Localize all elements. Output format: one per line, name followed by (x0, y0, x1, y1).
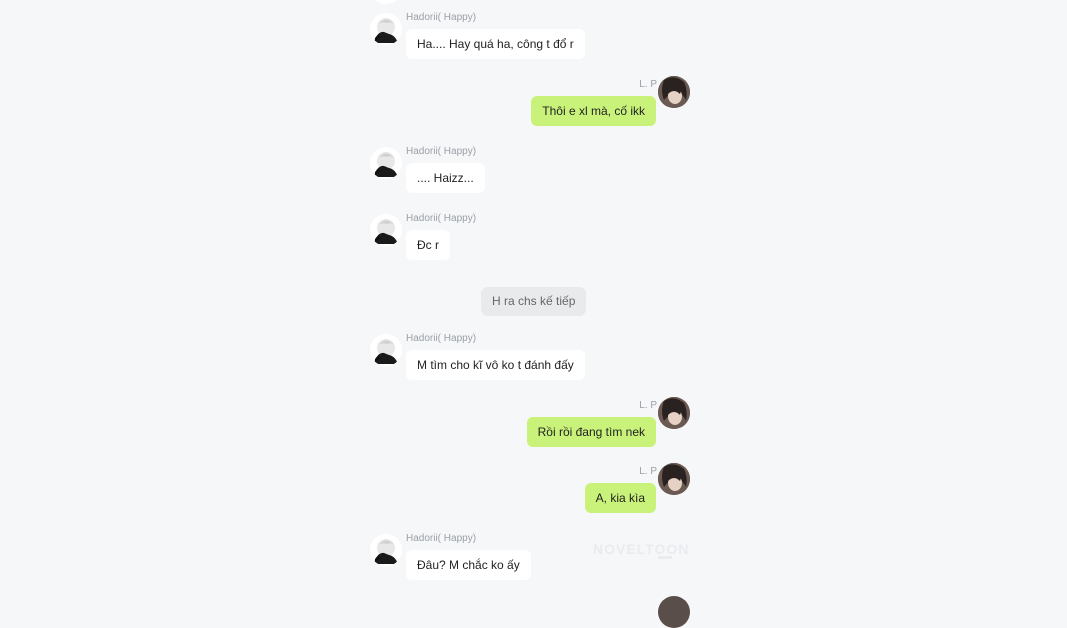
lp-avatar[interactable] (658, 397, 690, 429)
message-row: Hadorii( Happy) Ha.... Hay quá ha, công … (366, 12, 696, 73)
message-row: Hadorii( Happy) Đâu? M chắc ko ấy (366, 533, 696, 594)
hadorii-avatar[interactable] (370, 334, 402, 366)
hadorii-avatar[interactable] (370, 147, 402, 179)
message-row: Hadorii( Happy) Đc r (366, 213, 696, 274)
sender-name: Hadorii( Happy) (406, 213, 477, 224)
chat-panel[interactable]: Hadorii( Happy) Ha.... Hay quá ha, công … (366, 0, 696, 628)
lp-avatar[interactable] (658, 76, 690, 108)
sender-name: Hadorii( Happy) (406, 12, 477, 23)
sender-name: Hadorii( Happy) (406, 533, 477, 544)
sender-name: Hadorii( Happy) (406, 333, 477, 344)
message-bubble[interactable]: Thôi e xl mà, cố ikk (531, 96, 656, 126)
sender-name: L. P (639, 79, 657, 90)
message-row: L. P Thôi e xl mà, cố ikk (366, 76, 696, 140)
sender-name: Hadorii( Happy) (406, 146, 477, 157)
message-bubble[interactable]: .... Haizz... (406, 163, 485, 193)
hadorii-avatar[interactable] (370, 214, 402, 246)
partial-avatar (370, 0, 402, 4)
system-note: H ra chs kế tiếp (481, 287, 587, 316)
message-bubble[interactable]: A, kia kìa (584, 483, 656, 513)
lp-avatar[interactable] (658, 596, 690, 628)
hadorii-avatar[interactable] (370, 13, 402, 45)
message-bubble[interactable]: Đc r (406, 230, 450, 260)
hadorii-avatar[interactable] (370, 534, 402, 566)
sender-name: L. P (639, 400, 657, 411)
message-bubble[interactable]: Ha.... Hay quá ha, công t đổ r (406, 29, 585, 59)
message-bubble[interactable]: Đâu? M chắc ko ấy (406, 550, 531, 580)
sender-name: L. P (639, 466, 657, 477)
message-bubble[interactable]: Rồi rồi đang tìm nek (526, 417, 656, 447)
lp-avatar[interactable] (658, 463, 690, 495)
message-row: L. P A, kia kìa (366, 463, 696, 527)
message-row: Hadorii( Happy) .... Haizz... (366, 146, 696, 207)
message-bubble[interactable]: M tìm cho kĩ vô ko t đánh đấy (406, 350, 585, 380)
message-row: Hadorii( Happy) M tìm cho kĩ vô ko t đán… (366, 333, 696, 394)
message-row: L. P Rồi rồi đang tìm nek (366, 397, 696, 461)
